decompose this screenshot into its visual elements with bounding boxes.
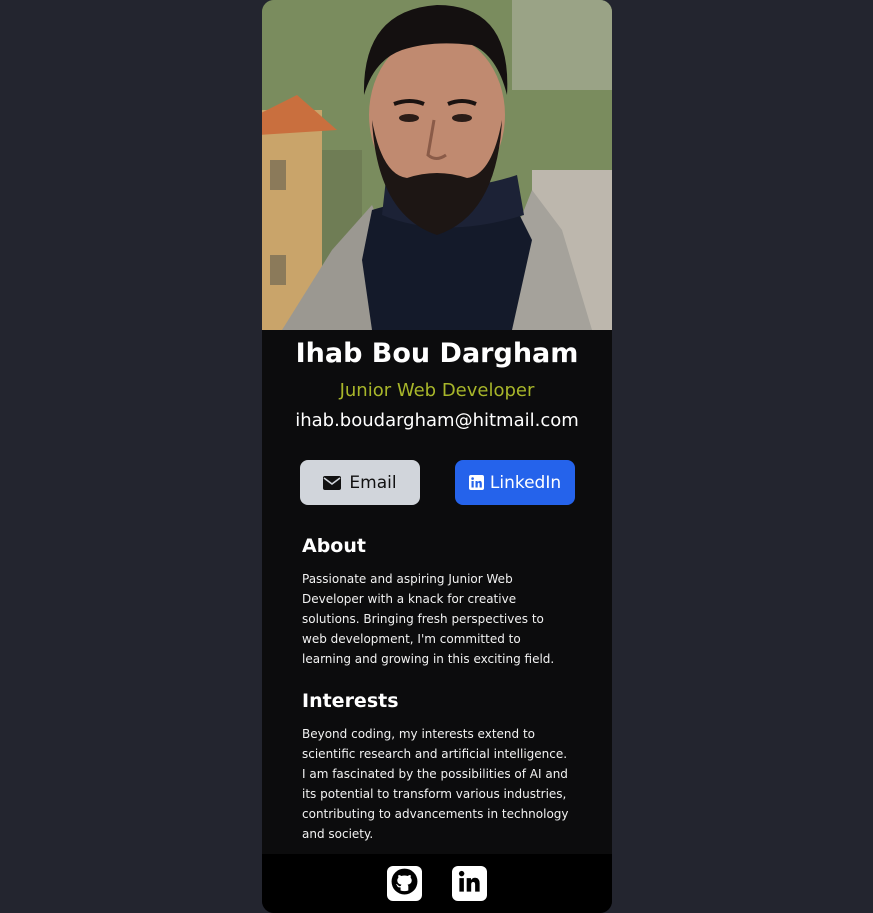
linkedin-icon — [456, 868, 483, 899]
profile-card: Ihab Bou Dargham Junior Web Developer ih… — [262, 0, 612, 913]
profile-role: Junior Web Developer — [339, 380, 535, 401]
github-link[interactable] — [387, 866, 422, 901]
github-icon — [391, 868, 418, 899]
email-button[interactable]: Email — [300, 460, 420, 505]
profile-name: Ihab Bou Dargham — [295, 338, 579, 369]
linkedin-link[interactable] — [452, 866, 487, 901]
linkedin-icon — [468, 475, 484, 490]
interests-heading: Interests — [302, 690, 399, 712]
social-footer — [262, 854, 612, 913]
linkedin-button[interactable]: LinkedIn — [455, 460, 575, 505]
profile-email: ihab.boudargham@hitmail.com — [295, 410, 579, 431]
linkedin-button-label: LinkedIn — [489, 472, 562, 493]
about-heading: About — [302, 535, 366, 557]
about-text: Passionate and aspiring Junior Web Devel… — [302, 572, 555, 666]
profile-photo — [262, 0, 612, 330]
interests-text: Beyond coding, my interests extend to sc… — [302, 727, 569, 841]
envelope-icon — [323, 475, 342, 490]
email-button-label: Email — [349, 472, 397, 493]
